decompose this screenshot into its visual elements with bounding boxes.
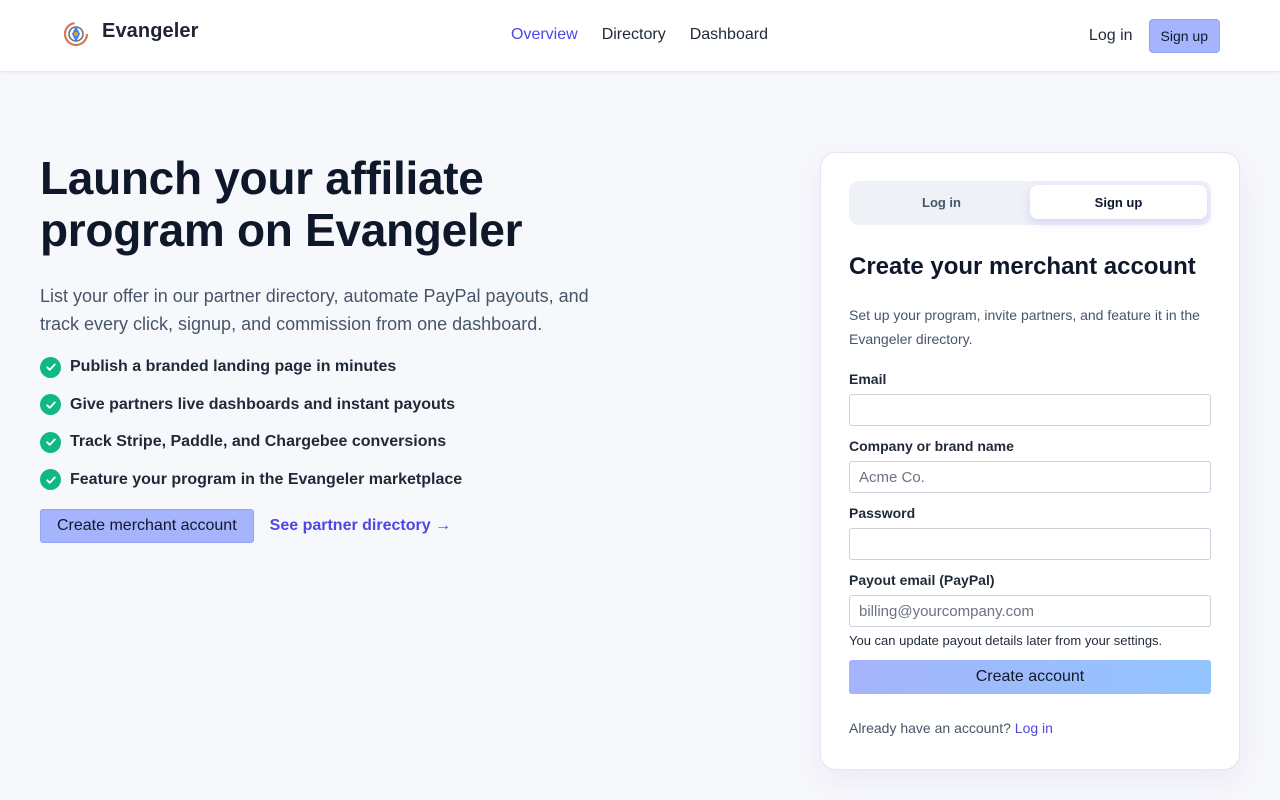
payout-email-label: Payout email (PayPal) xyxy=(849,572,995,588)
email-field[interactable] xyxy=(849,394,1211,426)
card-login-link[interactable]: Log in xyxy=(1015,720,1053,736)
company-label: Company or brand name xyxy=(849,438,1014,454)
header-login-link[interactable]: Log in xyxy=(1089,27,1133,45)
brand[interactable]: Evangeler xyxy=(62,18,199,50)
feature-item: Give partners live dashboards and instan… xyxy=(40,394,620,416)
nav-directory[interactable]: Directory xyxy=(602,24,666,46)
check-circle-icon xyxy=(40,394,61,415)
feature-text: Publish a branded landing page in minute… xyxy=(70,358,397,375)
payout-helper-text: You can update payout details later from… xyxy=(849,633,1163,648)
feature-item: Feature your program in the Evangeler ma… xyxy=(40,469,620,491)
main-nav: Overview Directory Dashboard xyxy=(511,24,768,46)
check-circle-icon xyxy=(40,469,61,490)
password-field[interactable] xyxy=(849,528,1211,560)
create-merchant-account-button[interactable]: Create merchant account xyxy=(40,508,254,543)
signup-card: Log in Sign up Create your merchant acco… xyxy=(820,152,1240,770)
card-subtitle: Set up your program, invite partners, an… xyxy=(849,307,1200,347)
feature-text: Track Stripe, Paddle, and Chargebee conv… xyxy=(70,433,447,450)
feature-list: Publish a branded landing page in minute… xyxy=(40,356,620,491)
feature-item: Publish a branded landing page in minute… xyxy=(40,356,620,378)
login-prompt: Already have an account? Log in xyxy=(849,720,1053,736)
card-title: Create your merchant account xyxy=(849,253,1196,280)
top-navbar: Evangeler Overview Directory Dashboard L… xyxy=(0,0,1280,72)
tab-signup[interactable]: Sign up xyxy=(1030,185,1207,219)
feature-text: Feature your program in the Evangeler ma… xyxy=(70,470,463,488)
company-field[interactable] xyxy=(849,461,1211,493)
payout-email-field[interactable] xyxy=(849,595,1211,627)
hero-lead: List your offer in our partner directory… xyxy=(40,286,589,334)
auth-tabs: Log in Sign up xyxy=(849,181,1211,225)
brand-name: Evangeler xyxy=(102,19,199,42)
header-actions: Log in Sign up xyxy=(1089,19,1220,53)
hero-section: Launch your affiliate program on Evangel… xyxy=(40,152,620,543)
check-circle-icon xyxy=(40,356,61,378)
nav-overview[interactable]: Overview xyxy=(511,24,578,46)
tab-login[interactable]: Log in xyxy=(853,185,1030,219)
cta-row: Create merchant account See partner dire… xyxy=(40,508,620,543)
check-circle-icon xyxy=(40,431,61,453)
password-label: Password xyxy=(849,505,916,521)
feature-item: Track Stripe, Paddle, and Chargebee conv… xyxy=(40,431,620,453)
header-signup-button[interactable]: Sign up xyxy=(1148,19,1220,53)
see-partner-directory-link[interactable]: See partner directory → xyxy=(270,517,451,535)
create-account-button[interactable]: Create account xyxy=(849,660,1211,694)
nav-dashboard[interactable]: Dashboard xyxy=(690,24,768,46)
hero-title: Launch your affiliate program on Evangel… xyxy=(40,152,523,256)
feature-text: Give partners live dashboards and instan… xyxy=(70,395,455,413)
login-prompt-text: Already have an account? xyxy=(849,720,1011,736)
email-label: Email xyxy=(849,371,887,387)
evangeler-logo-icon xyxy=(63,21,89,47)
